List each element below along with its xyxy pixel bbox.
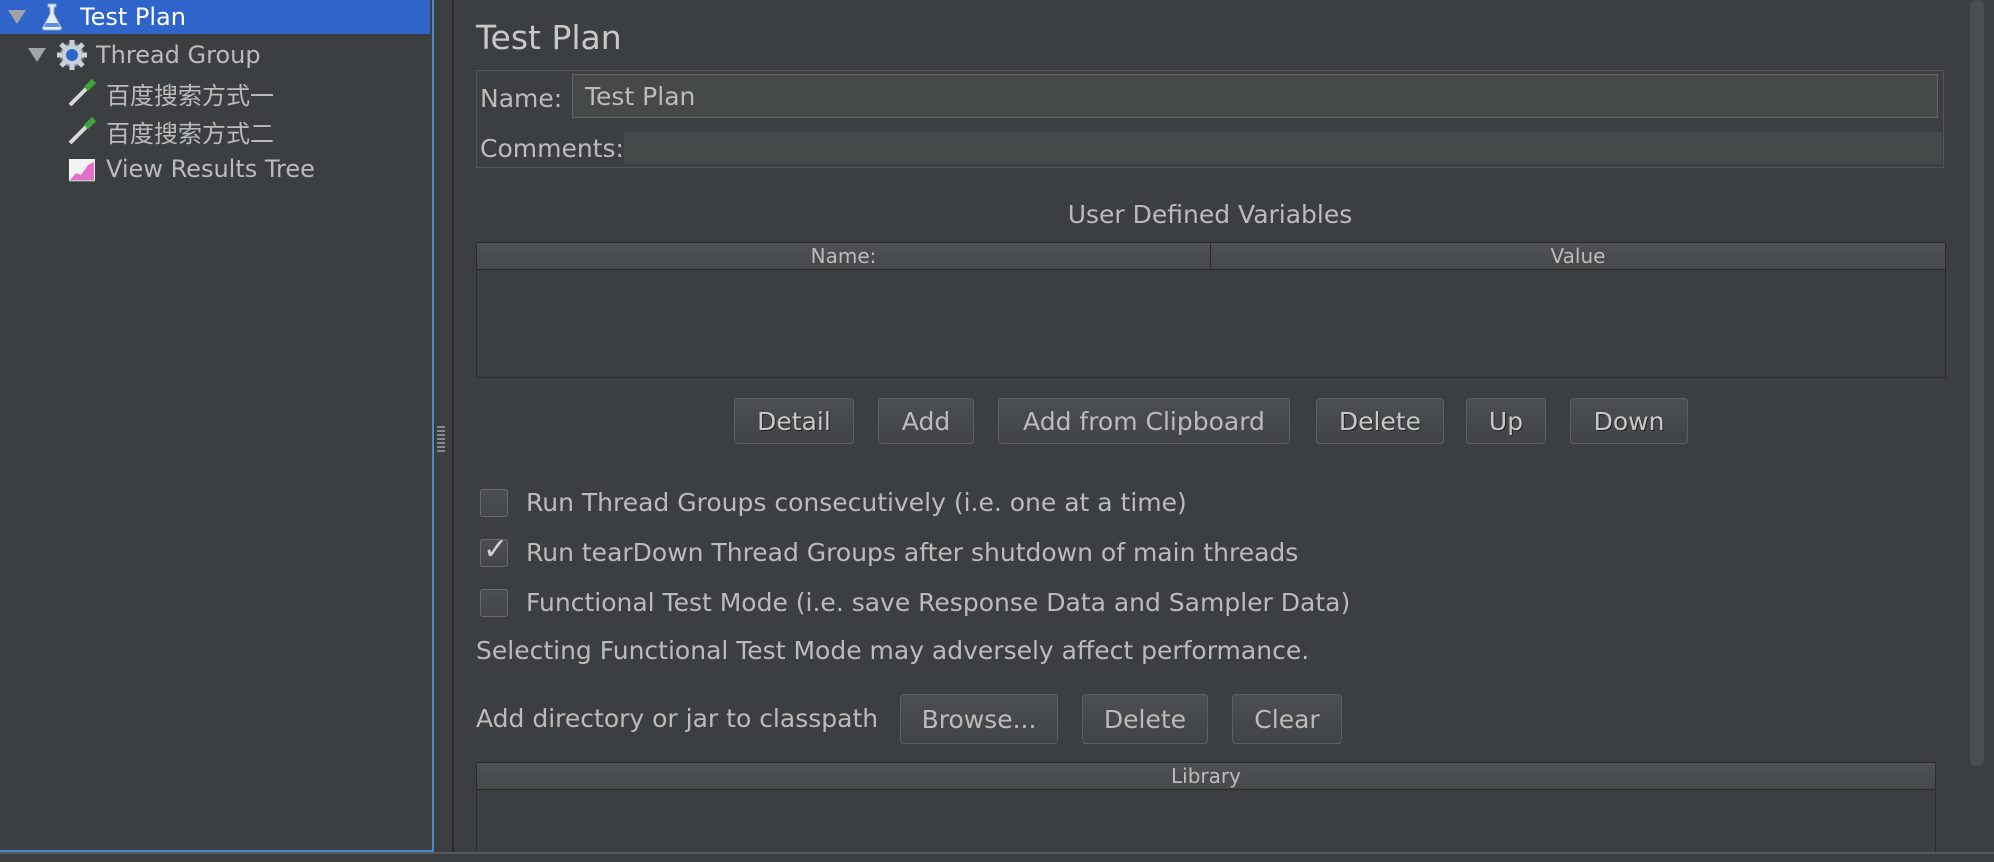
scrollbar-thumb[interactable] [1970, 0, 1984, 766]
option-label: Run tearDown Thread Groups after shutdow… [526, 538, 1299, 567]
option-label: Functional Test Mode (i.e. save Response… [526, 588, 1351, 617]
checkbox-run-consecutively[interactable] [480, 488, 508, 517]
option-run-consecutively[interactable]: Run Thread Groups consecutively (i.e. on… [480, 488, 1187, 517]
tree-item-test-plan[interactable]: Test Plan [0, 0, 430, 34]
pipette-sampler-icon [68, 116, 97, 145]
checkbox-run-teardown[interactable]: ✓ [480, 532, 508, 567]
status-strip [0, 852, 1994, 862]
name-label: Name: [480, 84, 563, 113]
add-button[interactable]: Add [878, 398, 974, 444]
tree-item-label: Test Plan [76, 3, 190, 31]
comments-label: Comments: [480, 134, 624, 163]
tree-item-thread-group[interactable]: Thread Group [28, 38, 261, 72]
expand-triangle-icon[interactable] [8, 10, 26, 24]
column-header-name[interactable]: Name: [477, 243, 1211, 269]
option-label: Run Thread Groups consecutively (i.e. on… [526, 488, 1187, 517]
test-plan-panel: Test Plan Name: Test Plan Comments: User… [454, 0, 1966, 856]
tree-item-label: View Results Tree [106, 155, 315, 183]
delete-library-button[interactable]: Delete [1082, 694, 1208, 744]
gear-icon [57, 40, 87, 70]
add-from-clipboard-button[interactable]: Add from Clipboard [998, 398, 1290, 444]
checkmark-icon: ✓ [483, 531, 509, 567]
user-defined-variables-title: User Defined Variables [1067, 200, 1353, 229]
column-header-value[interactable]: Value [1211, 243, 1945, 269]
tree-item-label: Thread Group [96, 41, 261, 69]
test-plan-icon [42, 3, 62, 31]
page-title: Test Plan [476, 18, 622, 57]
option-functional-test-mode[interactable]: Functional Test Mode (i.e. save Response… [480, 588, 1350, 617]
user-variables-table[interactable]: Name: Value [476, 242, 1946, 378]
splitter-grip-icon[interactable] [437, 426, 445, 452]
delete-variable-button[interactable]: Delete [1316, 398, 1444, 444]
tree-item-view-results-tree[interactable]: View Results Tree [66, 152, 315, 186]
option-run-teardown[interactable]: ✓ Run tearDown Thread Groups after shutd… [480, 532, 1299, 567]
detail-button[interactable]: Detail [734, 398, 854, 444]
clear-button[interactable]: Clear [1232, 694, 1342, 744]
column-header-library[interactable]: Library [477, 763, 1935, 789]
up-button[interactable]: Up [1466, 398, 1546, 444]
browse-button[interactable]: Browse... [900, 694, 1058, 744]
panel-divider [452, 0, 454, 860]
name-field[interactable]: Test Plan [572, 74, 1938, 118]
pipette-sampler-icon [68, 78, 97, 107]
tree-item-sampler-1[interactable]: 百度搜索方式一 [66, 76, 274, 110]
graph-listener-icon [69, 159, 95, 182]
table-header: Library [477, 763, 1935, 790]
test-plan-tree[interactable]: Test Plan Thread Group 百度搜索方式一 百度搜索方式二 V… [0, 0, 434, 854]
down-button[interactable]: Down [1570, 398, 1688, 444]
tree-item-label: 百度搜索方式一 [106, 81, 274, 110]
functional-mode-note: Selecting Functional Test Mode may adver… [476, 636, 1310, 665]
checkbox-functional-test-mode[interactable] [480, 588, 508, 617]
tree-item-label: 百度搜索方式二 [106, 119, 274, 148]
comments-field[interactable] [624, 132, 1942, 164]
tree-item-sampler-2[interactable]: 百度搜索方式二 [66, 114, 274, 148]
library-table[interactable]: Library [476, 762, 1936, 856]
classpath-label: Add directory or jar to classpath [476, 704, 879, 733]
expand-triangle-icon[interactable] [28, 48, 46, 62]
table-header: Name: Value [477, 243, 1945, 270]
